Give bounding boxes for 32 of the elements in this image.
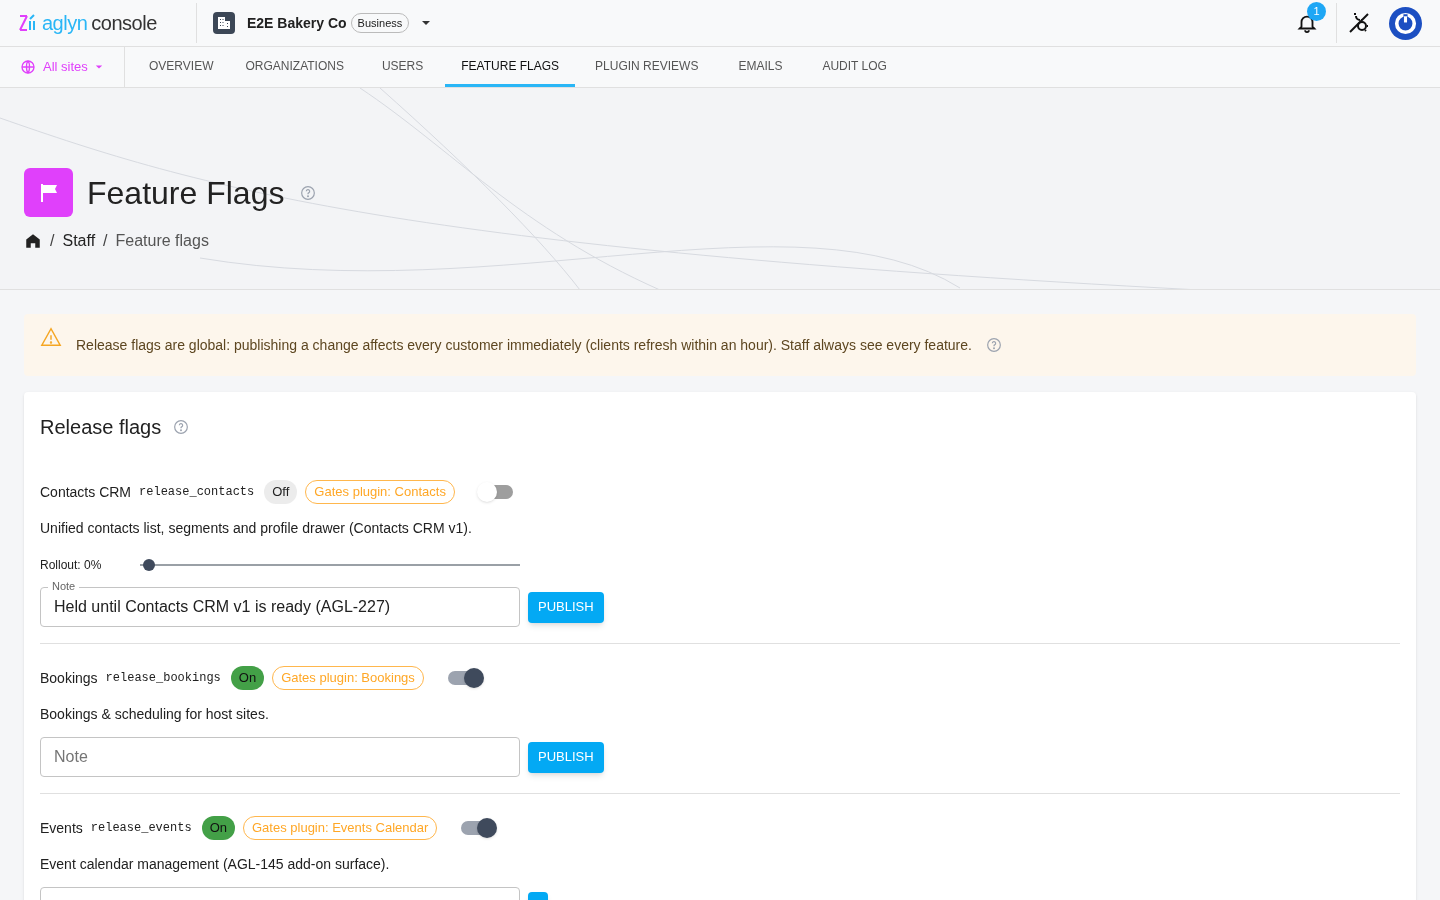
flag-key: release_contacts	[139, 483, 255, 501]
nav-tab[interactable]: ORGANIZATIONS	[229, 47, 360, 87]
notification-badge: 1	[1307, 2, 1326, 21]
note-field[interactable]: Note	[40, 737, 520, 777]
nav-tab[interactable]: AUDIT LOG	[802, 47, 907, 87]
flag-description: Event calendar management (AGL-145 add-on surface).	[40, 855, 391, 874]
breadcrumb-item: Feature flags	[115, 231, 209, 251]
nav-tab[interactable]: OVERVIEW	[133, 47, 230, 87]
org-name: E2E Bakery Co	[247, 13, 347, 33]
flag-name: Events	[40, 818, 83, 838]
nav-tab[interactable]: USERS	[359, 47, 446, 87]
rollout-label: Rollout: 0%	[40, 557, 103, 574]
status-chip: On	[230, 666, 265, 690]
nav-tab[interactable]: EMAILS	[718, 47, 803, 87]
status-chip: Off	[264, 480, 298, 504]
breadcrumb-separator: /	[50, 231, 55, 251]
flag-key: release_bookings	[105, 669, 221, 687]
flag-name: Contacts CRM	[40, 482, 132, 502]
logo-product: console	[91, 13, 157, 33]
flag-key: release_events	[90, 819, 192, 837]
logo-brand: aglyn	[42, 13, 88, 33]
note-label: Note	[48, 579, 80, 593]
page-title: Feature Flags	[87, 173, 285, 213]
breadcrumb-separator: /	[103, 231, 108, 251]
flag-name: Bookings	[40, 668, 98, 688]
breadcrumb-item[interactable]: Staff	[62, 229, 96, 253]
flag-description: Unified contacts list, segments and profile drawer (Contacts CRM v1).	[40, 519, 473, 538]
section-title: Release flags	[40, 415, 162, 440]
nav-tab[interactable]: PLUGIN REVIEWS	[575, 47, 719, 87]
status-chip: On	[201, 816, 235, 840]
flag-description: Bookings & scheduling for host sites.	[40, 705, 270, 724]
alert-text: Release flags are global: publishing a change affects every customer immediately (clients refresh within an hour). Staff always see every feature.	[76, 335, 972, 355]
